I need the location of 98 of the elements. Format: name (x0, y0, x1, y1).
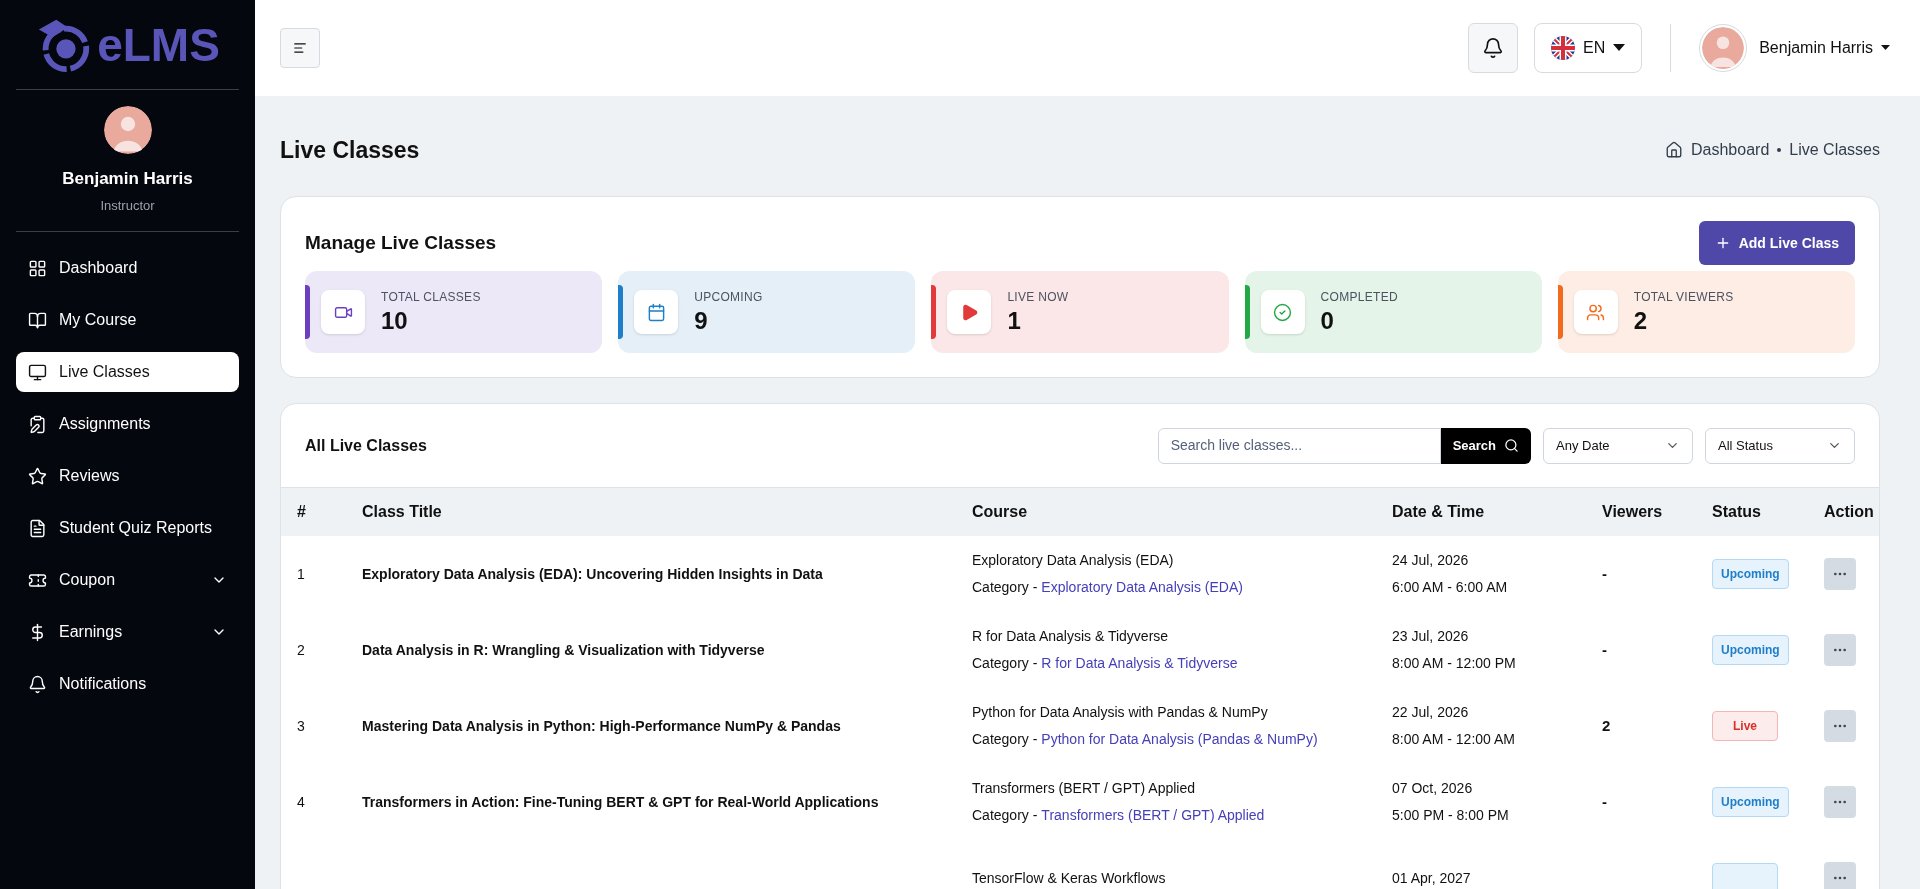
filter-dropdown[interactable]: Any Date (1543, 427, 1693, 464)
filter-dropdown[interactable]: All Status (1705, 427, 1855, 464)
sidebar-item[interactable]: Student Quiz Reports (16, 508, 239, 548)
status-badge: Upcoming (1712, 787, 1789, 817)
monitor-icon (28, 362, 47, 382)
calendar-icon (646, 302, 666, 322)
class-time: 8:00 AM - 12:00 PM (1392, 654, 1517, 673)
bell-icon (28, 674, 47, 694)
viewer-count: 2 (1602, 715, 1611, 736)
more-actions-button[interactable] (1824, 710, 1856, 742)
user-menu[interactable]: Benjamin Harris (1699, 24, 1890, 72)
uk-flag-icon (1550, 36, 1575, 60)
search-icon (1504, 438, 1519, 453)
table-cell-text: 3 (297, 716, 305, 736)
sidebar-item[interactable]: Coupon (16, 560, 239, 600)
table-cell-text: 2 (297, 640, 305, 660)
section-title: Manage Live Classes (305, 230, 497, 255)
course-name: TensorFlow & Keras Workflows (972, 868, 1167, 888)
stat-label: UPCOMING (694, 289, 763, 306)
profile-role: Instructor (100, 196, 155, 215)
more-actions-button[interactable] (1824, 786, 1856, 818)
breadcrumb-link[interactable]: Dashboard (1691, 138, 1770, 162)
profile-name: Benjamin Harris (62, 168, 193, 190)
course-name: Transformers (BERT / GPT) Applied (972, 779, 1197, 798)
course-name: Exploratory Data Analysis (EDA) (972, 551, 1175, 570)
stat-label: LIVE NOW (1007, 289, 1069, 306)
course-name: Python for Data Analysis with Pandas & NumPy (972, 703, 1269, 722)
home-icon (1665, 141, 1683, 159)
viewer-count: - (1602, 639, 1607, 660)
brand-name: eLMS (97, 21, 220, 68)
stat-value: 1 (1007, 306, 1022, 336)
star-icon (28, 466, 47, 486)
menu-toggle-button[interactable] (280, 28, 320, 68)
class-date: 23 Jul, 2026 (1392, 627, 1470, 646)
stat-label: COMPLETED (1320, 289, 1398, 306)
breadcrumb-link[interactable]: Live Classes (1789, 138, 1880, 162)
clipboard-icon (28, 414, 47, 434)
stat-value: 9 (694, 306, 709, 336)
check-circle-icon (1273, 302, 1293, 322)
category-label: Category - (972, 730, 1038, 749)
table-cell-text: 1 (297, 564, 305, 584)
sidebar-item[interactable]: Notifications (16, 664, 239, 704)
stat-value: 2 (1633, 306, 1649, 336)
viewer-count: - (1602, 563, 1607, 584)
class-title: Exploratory Data Analysis (EDA): Uncovering Hidden Insights in Data (362, 564, 823, 584)
sidebar-item[interactable]: Earnings (16, 612, 239, 652)
notifications-button[interactable] (1467, 23, 1518, 73)
class-time: 8:00 AM - 12:00 AM (1392, 730, 1516, 749)
page-title: Live Classes (280, 135, 420, 165)
class-time: 5:00 PM - 8:00 PM (1392, 806, 1510, 825)
category-label: Category - (972, 578, 1038, 597)
language-selector[interactable]: EN (1533, 23, 1643, 73)
class-date: 24 Jul, 2026 (1392, 551, 1470, 570)
avatar (1702, 27, 1745, 69)
class-title: Transformers in Action: Fine-Tuning BERT & GPT for Real-World Applications (362, 792, 879, 812)
avatar (103, 106, 152, 154)
book-icon (28, 310, 47, 330)
category-link[interactable]: Python for Data Analysis (Pandas & NumPy) (1041, 729, 1318, 750)
add-live-class-button[interactable]: Add Live Class (1698, 221, 1855, 265)
stat-label: TOTAL CLASSES (381, 289, 481, 306)
grid-icon (28, 258, 47, 278)
document-icon (28, 518, 47, 538)
viewer-count: - (1602, 791, 1607, 812)
category-label: Category - (972, 806, 1038, 825)
caret-icon (1881, 45, 1890, 51)
sidebar-item[interactable]: Dashboard (16, 248, 239, 288)
category-label: Category - (972, 654, 1038, 673)
users-icon (1586, 302, 1606, 322)
sidebar-item[interactable]: Assignments (16, 404, 239, 444)
sidebar-item[interactable]: Reviews (16, 456, 239, 496)
class-date: 01 Apr, 2027 (1392, 868, 1472, 888)
table-title: All Live Classes (305, 435, 428, 456)
menu-icon (293, 41, 307, 55)
class-date: 07 Oct, 2026 (1392, 779, 1474, 798)
more-actions-button[interactable] (1824, 558, 1856, 590)
category-link[interactable]: R for Data Analysis & Tidyverse (1041, 653, 1238, 674)
class-title: Data Analysis in R: Wrangling & Visualization with Tidyverse (362, 640, 765, 660)
class-title: Mastering Data Analysis in Python: High-Performance NumPy & Pandas (362, 716, 841, 736)
table-cell-text: 4 (297, 792, 305, 812)
class-time: 6:00 AM - 6:00 AM (1392, 578, 1509, 597)
status-badge: Upcoming (1712, 559, 1789, 589)
status-badge: Live (1712, 711, 1778, 741)
more-actions-button[interactable] (1824, 634, 1856, 666)
course-name: R for Data Analysis & Tidyverse (972, 627, 1170, 646)
search-button[interactable]: Search (1440, 427, 1531, 464)
status-badge: Upcoming (1712, 635, 1789, 665)
bell-icon (1481, 37, 1504, 59)
sidebar-item[interactable]: My Course (16, 300, 239, 340)
sidebar-item[interactable]: Live Classes (16, 352, 239, 392)
class-date: 22 Jul, 2026 (1392, 703, 1470, 722)
more-actions-button[interactable] (1824, 862, 1856, 889)
stat-value: 0 (1320, 306, 1335, 336)
stat-value: 10 (381, 306, 409, 336)
category-link[interactable]: Transformers (BERT / GPT) Applied (1041, 805, 1265, 826)
caret-icon (1613, 44, 1626, 52)
category-link[interactable]: Exploratory Data Analysis (EDA) (1041, 577, 1243, 598)
search-field[interactable]: Search live classes... (1157, 427, 1441, 464)
stat-label: TOTAL VIEWERS (1633, 289, 1734, 306)
